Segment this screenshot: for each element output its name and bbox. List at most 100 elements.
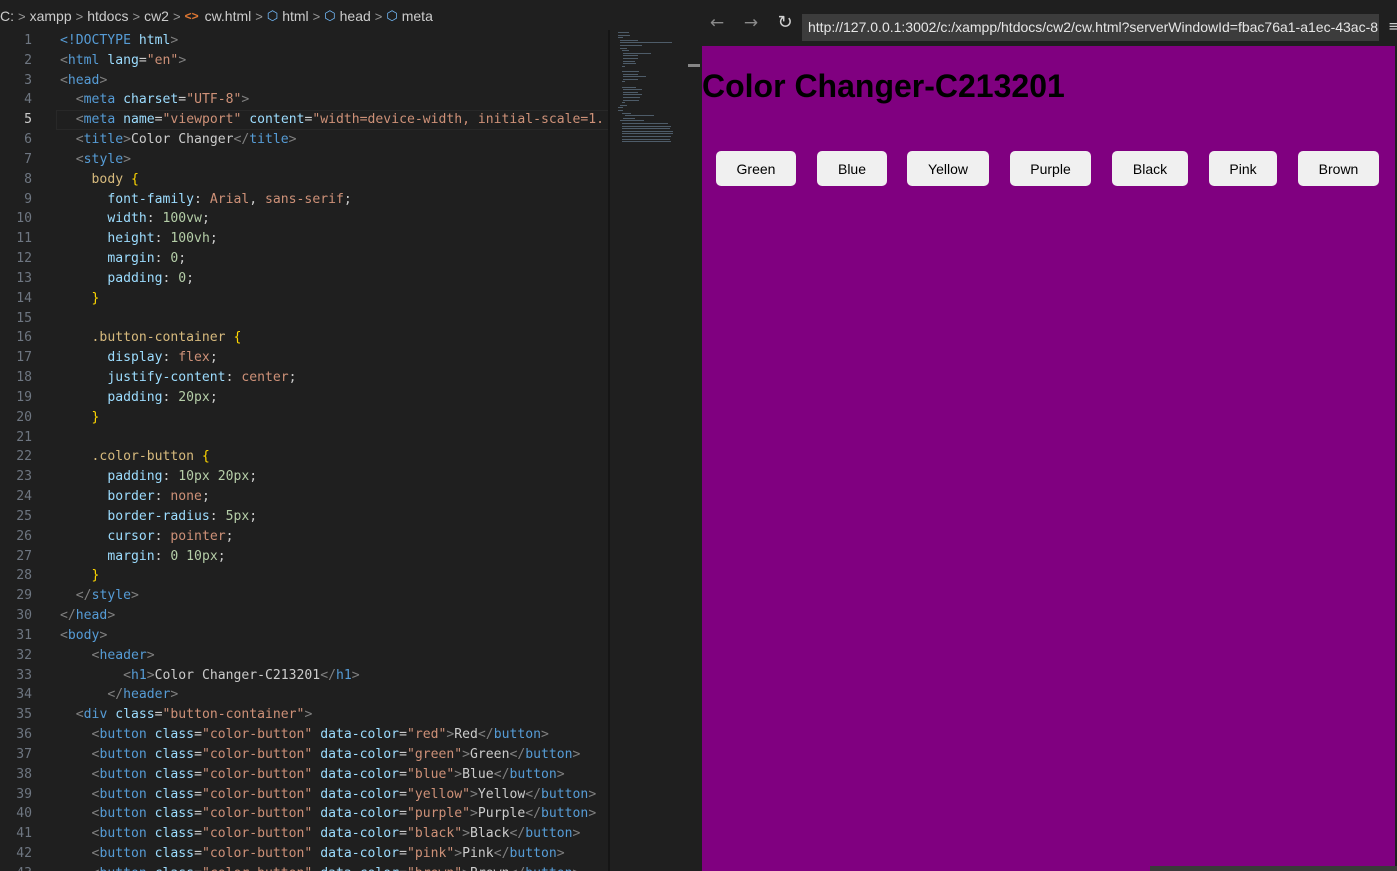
breadcrumb-item-drive[interactable]: C:: [0, 8, 14, 24]
code-line[interactable]: 20 }: [0, 408, 99, 428]
code-line[interactable]: 41 <button class="color-button" data-col…: [0, 824, 580, 844]
line-number: 16: [16, 330, 32, 346]
breadcrumb-item-cw2[interactable]: cw2: [144, 8, 169, 24]
code-line[interactable]: 35 <div class="button-container">: [0, 705, 312, 725]
yellow-button[interactable]: Yellow: [907, 151, 989, 186]
breadcrumb-item-meta[interactable]: ⬡ meta: [386, 8, 432, 24]
code-line[interactable]: 4 <meta charset="UTF-8">: [0, 90, 249, 110]
breadcrumb-item-file[interactable]: <> cw.html: [185, 8, 252, 24]
code-line[interactable]: 11 height: 100vh;: [0, 229, 218, 249]
chevron-right-icon: >: [75, 8, 84, 24]
brown-button[interactable]: Brown: [1298, 151, 1379, 186]
code-line[interactable]: 26 cursor: pointer;: [0, 527, 233, 547]
page-viewport: Color Changer-C213201 Green Blue Yellow …: [702, 46, 1395, 871]
code-line[interactable]: 37 <button class="color-button" data-col…: [0, 745, 580, 765]
forward-button[interactable]: →: [740, 12, 762, 34]
symbol-element-icon: ⬡: [386, 8, 398, 23]
code-line[interactable]: 5 <meta name="viewport" content="width=d…: [0, 110, 604, 130]
code-line[interactable]: 2 <html lang="en">: [0, 51, 186, 71]
breadcrumb: C: > xampp > htdocs > cw2 > <> cw.html > …: [0, 0, 700, 32]
code-line[interactable]: 36 <button class="color-button" data-col…: [0, 725, 549, 745]
line-number: 7: [24, 151, 32, 167]
browser-preview: ← → ↻ http://127.0.0.1:3002/c:/xampp/htd…: [700, 0, 1397, 871]
minimap-line: [621, 136, 672, 137]
code-line[interactable]: 9 font-family: Arial, sans-serif;: [0, 190, 352, 210]
code-line[interactable]: 12 margin: 0;: [0, 249, 186, 269]
code-text: <meta charset="UTF-8">: [75, 92, 250, 108]
code-line[interactable]: 34 </header>: [0, 685, 178, 705]
pink-button[interactable]: Pink: [1209, 151, 1277, 186]
breadcrumb-item-head[interactable]: ⬡ head: [324, 8, 371, 24]
code-line[interactable]: 25 border-radius: 5px;: [0, 507, 257, 527]
address-bar[interactable]: http://127.0.0.1:3002/c:/xampp/htdocs/cw…: [802, 14, 1379, 41]
minimap-line: [621, 102, 626, 104]
line-number: 26: [16, 528, 32, 544]
code-line[interactable]: 3 <head>: [0, 71, 107, 91]
code-line[interactable]: 33 <h1>Color Changer-C213201</h1>: [0, 666, 359, 686]
minimap-line: [621, 65, 626, 67]
line-number: 4: [24, 92, 32, 108]
code-text: cursor: pointer;: [107, 528, 234, 544]
code-line[interactable]: 15: [0, 309, 32, 329]
code-text: <button class="color-button" data-color=…: [60, 864, 581, 871]
code-line[interactable]: 24 border: none;: [0, 487, 210, 507]
code-line[interactable]: 8 body {: [0, 170, 139, 190]
code-text: margin: 0;: [107, 251, 187, 267]
code-text: padding: 20px;: [107, 389, 218, 405]
line-number: 20: [16, 409, 32, 425]
line-number: 9: [24, 191, 32, 207]
code-line[interactable]: 18 justify-content: center;: [0, 368, 296, 388]
code-editor[interactable]: C: > xampp > htdocs > cw2 > <> cw.html > …: [0, 0, 700, 871]
back-button[interactable]: ←: [706, 12, 728, 34]
black-button[interactable]: Black: [1112, 151, 1188, 186]
code-line[interactable]: 22 .color-button {: [0, 447, 210, 467]
code-line[interactable]: 6 <title>Color Changer</title>: [0, 130, 296, 150]
code-line[interactable]: 16 .button-container {: [0, 328, 241, 348]
code-line[interactable]: 38 <button class="color-button" data-col…: [0, 765, 564, 785]
line-number: 40: [16, 806, 32, 822]
hamburger-menu-icon[interactable]: ≡: [1388, 16, 1397, 36]
vertical-scrollbar[interactable]: [688, 30, 700, 871]
line-number: 34: [16, 687, 32, 703]
line-number: 28: [16, 568, 32, 584]
breadcrumb-item-xampp[interactable]: xampp: [30, 8, 72, 24]
chevron-right-icon: >: [255, 8, 263, 24]
code-line[interactable]: 7 <style>: [0, 150, 131, 170]
code-line[interactable]: 27 margin: 0 10px;: [0, 547, 225, 567]
code-area[interactable]: 1 <!DOCTYPE html> 2 <html lang="en"> 3 <head>…: [0, 30, 610, 871]
code-line[interactable]: 31 <body>: [0, 626, 107, 646]
code-line[interactable]: 19 padding: 20px;: [0, 388, 218, 408]
code-line[interactable]: 42 <button class="color-button" data-col…: [0, 844, 564, 864]
code-line[interactable]: 28 }: [0, 566, 99, 586]
symbol-element-icon: ⬡: [266, 8, 279, 23]
code-line[interactable]: 17 display: flex;: [0, 348, 218, 368]
minimap-line: [619, 47, 627, 49]
code-text: .color-button {: [91, 449, 210, 465]
code-line[interactable]: 1 <!DOCTYPE html>: [0, 31, 178, 51]
code-text: }: [91, 568, 100, 584]
code-text: </header>: [107, 687, 179, 703]
purple-button[interactable]: Purple: [1010, 151, 1091, 186]
minimap[interactable]: [612, 30, 688, 871]
code-line[interactable]: 29 </style>: [0, 586, 139, 606]
code-line[interactable]: 32 <header>: [0, 646, 154, 666]
code-line[interactable]: 40 <button class="color-button" data-col…: [0, 804, 596, 824]
code-line[interactable]: 14 }: [0, 289, 99, 309]
horizontal-scrollbar[interactable]: [1150, 866, 1397, 871]
reload-button[interactable]: ↻: [774, 12, 796, 34]
green-button[interactable]: Green: [716, 151, 796, 186]
breadcrumb-item-htdocs[interactable]: htdocs: [87, 8, 128, 24]
code-text: <header>: [91, 647, 155, 663]
code-line[interactable]: 30 </head>: [0, 606, 115, 626]
code-line[interactable]: 23 padding: 10px 20px;: [0, 467, 257, 487]
code-line[interactable]: 43 <button class="color-button" data-col…: [0, 864, 580, 871]
line-number: 13: [16, 270, 32, 286]
code-text: border: none;: [107, 489, 210, 505]
code-line[interactable]: 10 width: 100vw;: [0, 209, 210, 229]
blue-button[interactable]: Blue: [817, 151, 887, 186]
code-line[interactable]: 13 padding: 0;: [0, 269, 194, 289]
breadcrumb-item-html[interactable]: ⬡ html: [267, 8, 309, 24]
code-line[interactable]: 39 <button class="color-button" data-col…: [0, 785, 596, 805]
code-line[interactable]: 21: [0, 428, 32, 448]
line-number: 24: [16, 489, 32, 505]
